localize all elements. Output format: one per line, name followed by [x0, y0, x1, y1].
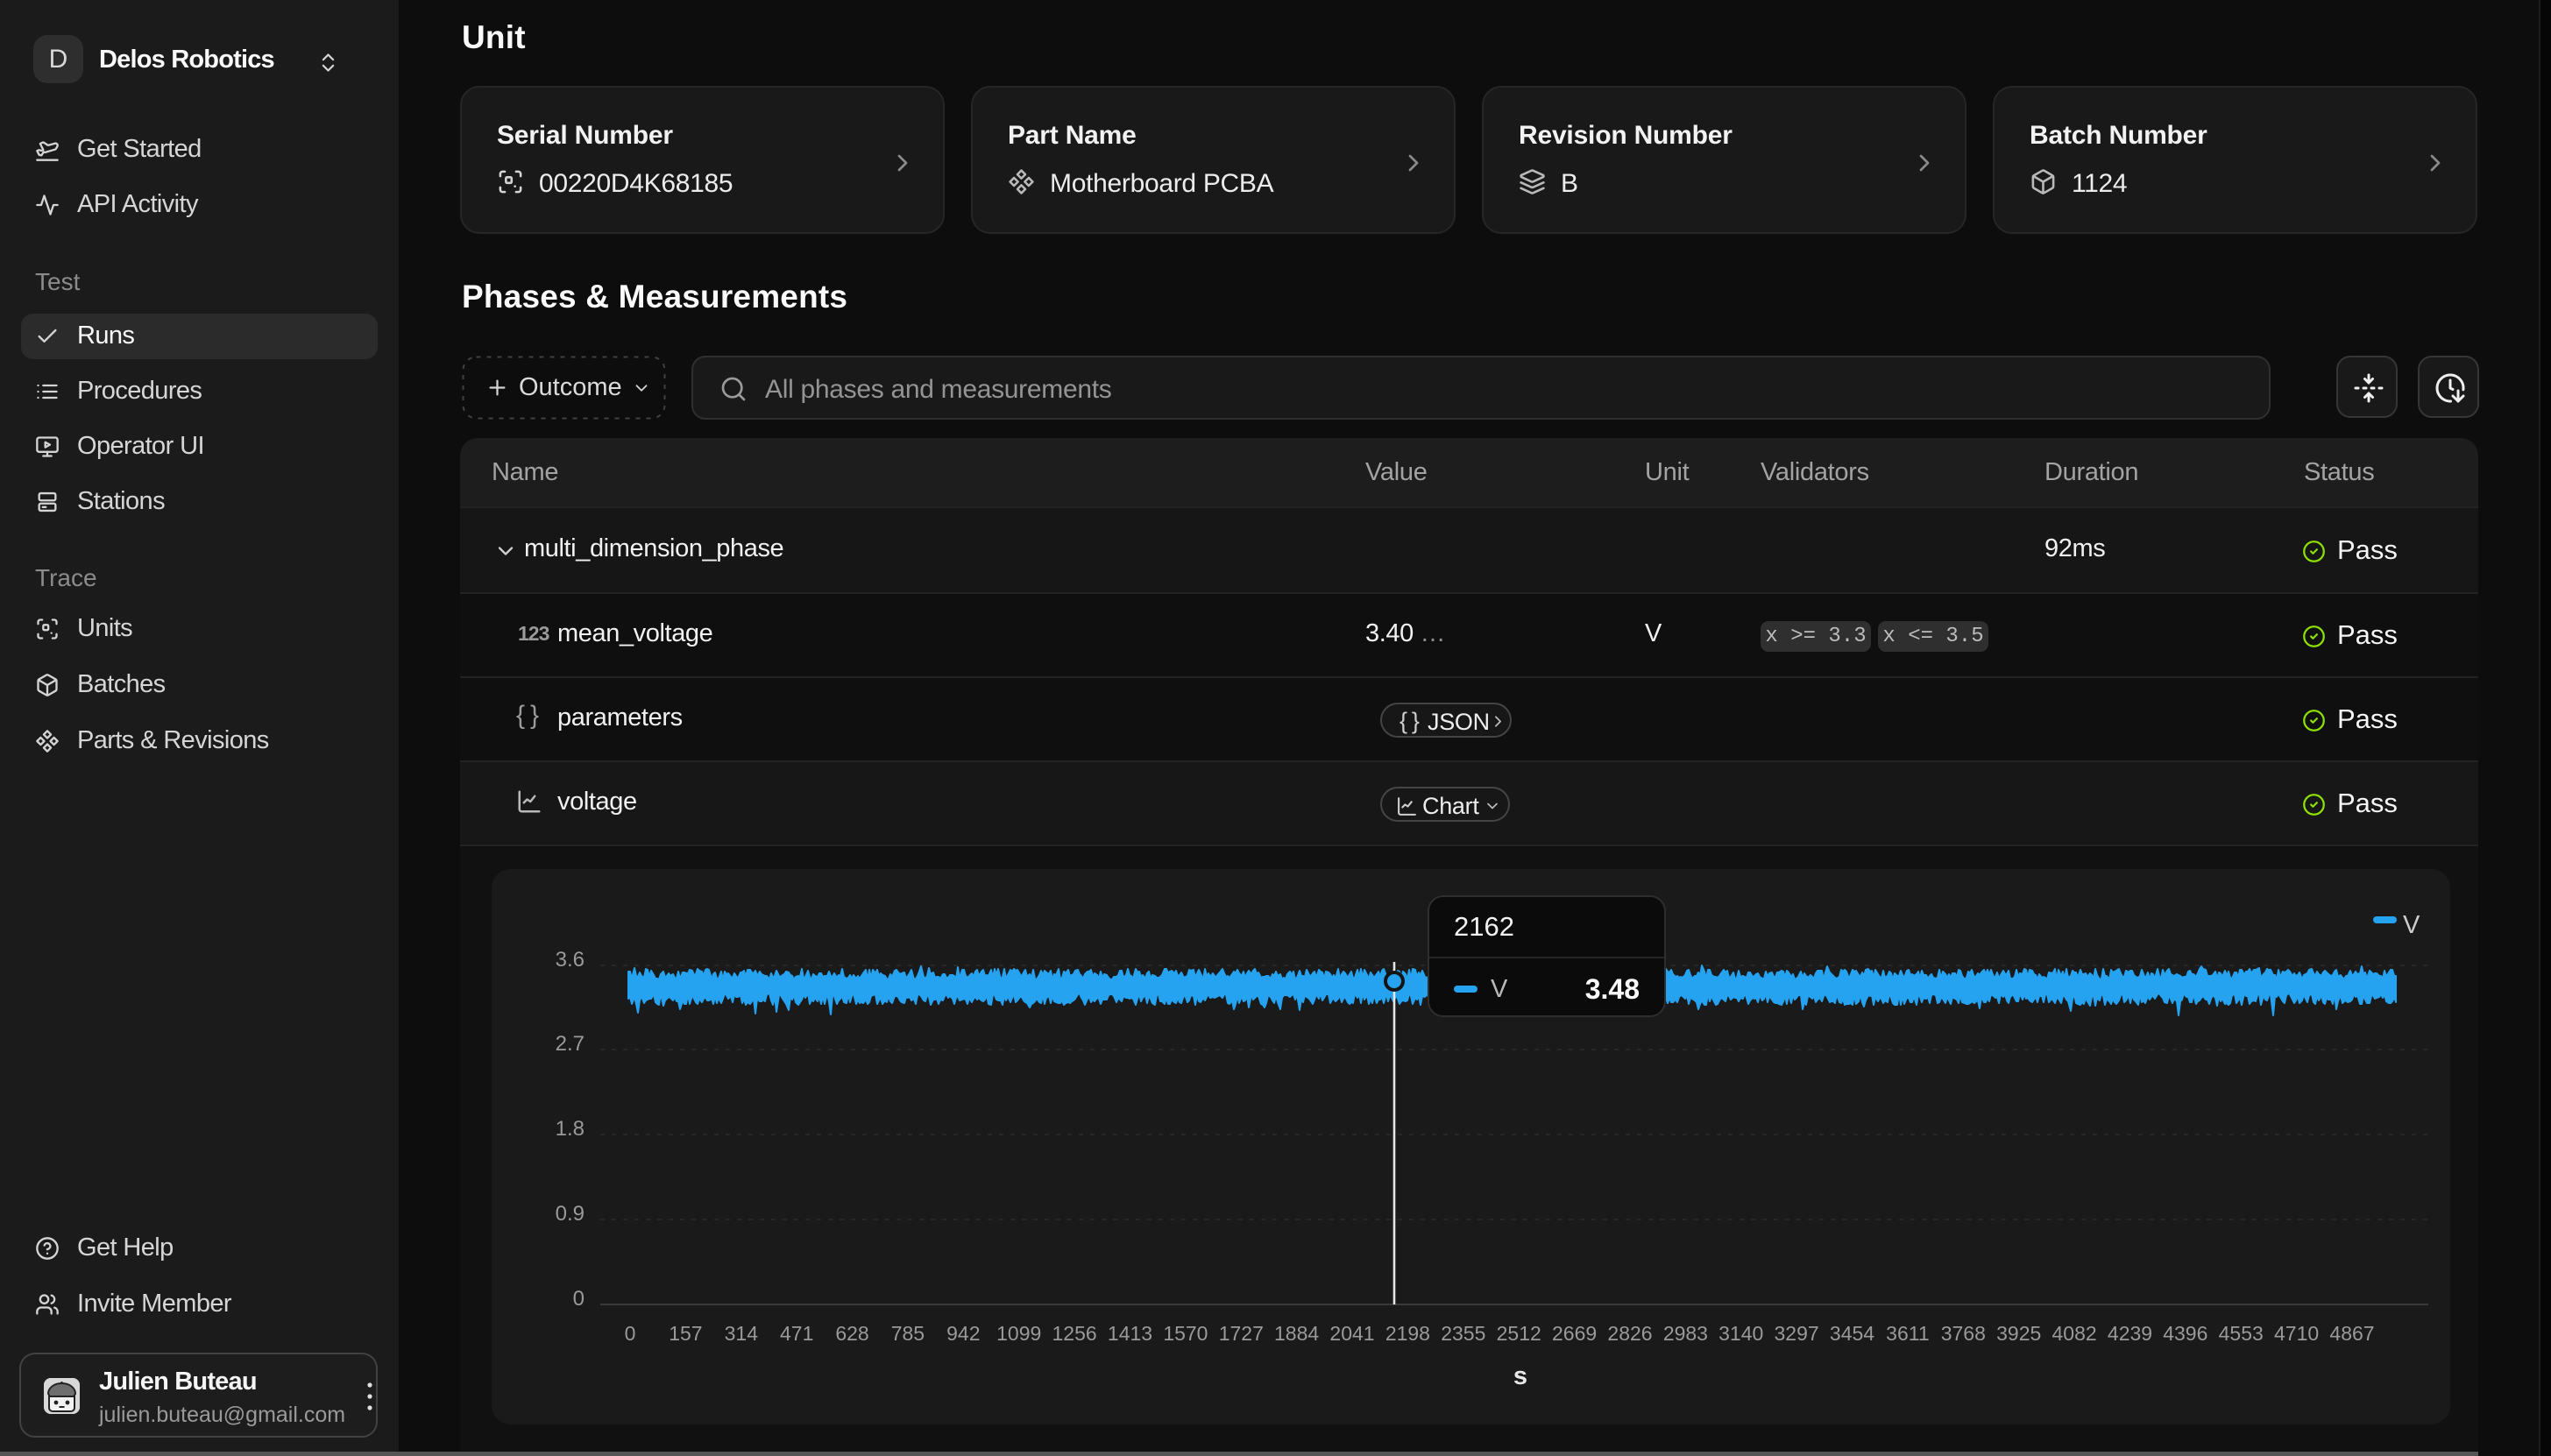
svg-text:0: 0	[625, 1322, 636, 1345]
svg-text:4082: 4082	[2052, 1322, 2097, 1345]
svg-text:1.8: 1.8	[556, 1117, 585, 1141]
svg-text:3454: 3454	[1830, 1322, 1874, 1345]
svg-text:2669: 2669	[1552, 1322, 1597, 1345]
svg-text:1884: 1884	[1274, 1322, 1319, 1345]
svg-text:3768: 3768	[1941, 1322, 1986, 1345]
svg-text:1570: 1570	[1163, 1322, 1208, 1345]
svg-text:4239: 4239	[2108, 1322, 2152, 1345]
svg-text:3297: 3297	[1775, 1322, 1819, 1345]
svg-text:4396: 4396	[2163, 1322, 2207, 1345]
svg-text:s: s	[1513, 1362, 1527, 1390]
svg-text:2826: 2826	[1607, 1322, 1652, 1345]
svg-text:314: 314	[725, 1322, 759, 1345]
svg-text:0: 0	[573, 1287, 585, 1311]
svg-text:2512: 2512	[1497, 1322, 1541, 1345]
svg-text:3611: 3611	[1886, 1322, 1929, 1345]
svg-text:1727: 1727	[1219, 1322, 1264, 1345]
svg-text:2355: 2355	[1441, 1322, 1485, 1345]
svg-text:942: 942	[946, 1322, 980, 1345]
svg-text:0.9: 0.9	[556, 1202, 585, 1226]
svg-text:1413: 1413	[1108, 1322, 1152, 1345]
svg-text:785: 785	[891, 1322, 925, 1345]
svg-text:3925: 3925	[1996, 1322, 2041, 1345]
svg-text:157: 157	[669, 1322, 702, 1345]
svg-text:2.7: 2.7	[556, 1032, 585, 1056]
svg-text:1256: 1256	[1052, 1322, 1097, 1345]
svg-text:628: 628	[835, 1322, 868, 1345]
svg-text:3.6: 3.6	[556, 948, 585, 972]
svg-text:4867: 4867	[2329, 1322, 2374, 1345]
svg-text:3140: 3140	[1718, 1322, 1763, 1345]
svg-text:2983: 2983	[1663, 1322, 1708, 1345]
svg-text:471: 471	[780, 1322, 813, 1345]
svg-text:2041: 2041	[1329, 1322, 1374, 1345]
svg-text:V: V	[2403, 911, 2420, 939]
svg-text:2198: 2198	[1385, 1322, 1430, 1345]
svg-text:4553: 4553	[2219, 1322, 2264, 1345]
svg-text:1099: 1099	[996, 1322, 1041, 1345]
svg-text:4710: 4710	[2274, 1322, 2319, 1345]
